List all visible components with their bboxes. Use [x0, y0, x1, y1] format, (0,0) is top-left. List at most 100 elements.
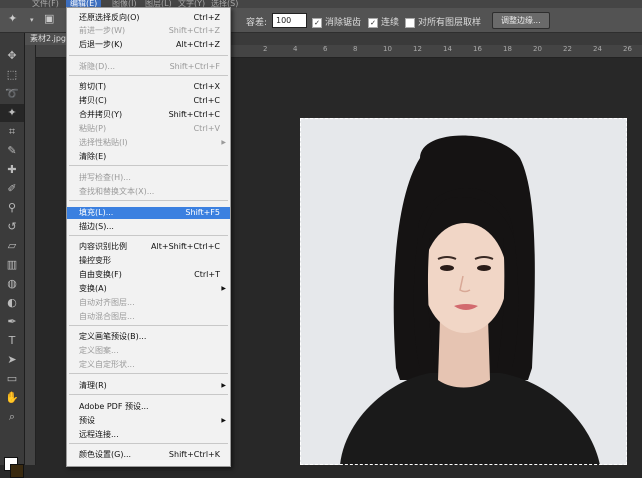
type-icon[interactable]: T	[0, 332, 24, 350]
menu-item-label: 填充(L)...	[79, 208, 114, 217]
lasso-icon[interactable]: ➰	[0, 85, 24, 103]
menu-item-label: 预设	[79, 416, 95, 425]
menu-item-label: 自由变换(F)	[79, 270, 122, 279]
history-brush-icon[interactable]: ↺	[0, 218, 24, 236]
zoom-icon[interactable]: ⌕	[0, 408, 24, 426]
menu-item[interactable]: 自动对齐图层...	[67, 297, 230, 309]
menu-separator	[69, 200, 228, 201]
menu-item[interactable]: 自动混合图层...	[67, 311, 230, 323]
new-selection-icon[interactable]: ▣	[44, 12, 54, 25]
menu-item[interactable]: 填充(L)... Shift+F5	[67, 207, 230, 219]
menu-item-label: 清理(R)	[79, 381, 107, 390]
blur-icon[interactable]: ◍	[0, 275, 24, 293]
menu-item[interactable]: 定义自定形状...	[67, 359, 230, 371]
menu-item[interactable]: 自由变换(F) Ctrl+T	[67, 269, 230, 281]
document-tab[interactable]: 素材2.jpg	[24, 33, 73, 45]
marquee-icon[interactable]: ⬚	[0, 66, 24, 84]
menu-separator	[69, 75, 228, 76]
menu-item-label: 前进一步(W)	[79, 26, 126, 35]
ruler-tick-label: 4	[293, 45, 298, 53]
magic-wand-icon[interactable]: ✦	[8, 12, 17, 25]
tolerance-input[interactable]: 100	[272, 13, 307, 28]
ruler-tick-label: 16	[473, 45, 482, 53]
menu-item[interactable]: 变换(A) ▶	[67, 283, 230, 295]
menu-item-label: 粘贴(P)	[79, 124, 107, 133]
menu-item-label: 定义自定形状...	[79, 360, 135, 369]
menu-item-label: 变换(A)	[79, 284, 107, 293]
menu-item[interactable]: 预设 ▶	[67, 415, 230, 427]
menu-item[interactable]: 粘贴(P) Ctrl+V	[67, 123, 230, 135]
menu-item-label: 还原选择反向(O)	[79, 13, 140, 22]
menu-item[interactable]: 前进一步(W) Shift+Ctrl+Z	[67, 25, 230, 37]
menu-item[interactable]: 描边(S)...	[67, 221, 230, 233]
menu-item[interactable]: 远程连接...	[67, 429, 230, 441]
ruler-tick-label: 10	[383, 45, 392, 53]
menu-item-shortcut: Shift+F5	[185, 208, 220, 217]
menu-item-label: 选择性粘贴(I)	[79, 138, 128, 147]
menu-item-shortcut: Ctrl+X	[193, 82, 220, 91]
menu-item[interactable]: 清除(E)	[67, 151, 230, 163]
menu-item[interactable]: 内容识别比例 Alt+Shift+Ctrl+C	[67, 241, 230, 253]
ruler-tick-label: 18	[503, 45, 512, 53]
ruler-tick-label: 6	[323, 45, 328, 53]
refine-edge-button[interactable]: 调整边缘...	[492, 12, 550, 29]
menu-separator	[69, 373, 228, 374]
menu-item[interactable]: 后退一步(K) Alt+Ctrl+Z	[67, 39, 230, 51]
menu-item-label: 清除(E)	[79, 152, 107, 161]
tolerance-label: 容差:	[246, 18, 268, 28]
menu-item-shortcut: Shift+Ctrl+C	[168, 110, 220, 119]
contiguous-checkbox[interactable]: ✓ 连续	[368, 15, 399, 28]
pen-icon[interactable]: ✒	[0, 313, 24, 331]
menu-item[interactable]: 合并拷贝(Y) Shift+Ctrl+C	[67, 109, 230, 121]
menu-item-shortcut: Alt+Ctrl+Z	[176, 40, 220, 49]
menu-item-shortcut: Shift+Ctrl+Z	[168, 26, 220, 35]
menu-item-label: 定义图案...	[79, 346, 119, 355]
ruler-tick-label: 22	[563, 45, 572, 53]
checkbox-empty-icon	[405, 17, 415, 28]
menu-item-shortcut: Alt+Shift+Ctrl+C	[151, 242, 220, 251]
path-select-icon[interactable]: ➤	[0, 351, 24, 369]
tools-panel: ✥ ⬚ ➰ ✦ ⌗ ✎ ✚ ✐ ⚲ ↺ ▱ ▥ ◍ ◐ ✒ T ➤ ▭ ✋ ⌕	[0, 33, 25, 478]
clone-stamp-icon[interactable]: ⚲	[0, 199, 24, 217]
menu-item[interactable]: 操控变形	[67, 255, 230, 267]
background-color-swatch[interactable]	[10, 464, 24, 478]
check-icon: ✓	[312, 17, 322, 28]
edit-menu: 还原选择反向(O) Ctrl+Z 前进一步(W) Shift+Ctrl+Z 后退一步(K…	[66, 7, 231, 467]
chevron-down-icon[interactable]: ▾	[30, 16, 34, 24]
healing-brush-icon[interactable]: ✚	[0, 161, 24, 179]
menu-item-label: 后退一步(K)	[79, 40, 123, 49]
menu-item-label: 拼写检查(H)...	[79, 173, 131, 182]
menu-item[interactable]: 定义图案...	[67, 345, 230, 357]
menu-item-label: 定义画笔预设(B)...	[79, 332, 147, 341]
menu-item[interactable]: 清理(R) ▶	[67, 380, 230, 392]
menu-separator	[69, 394, 228, 395]
brush-icon[interactable]: ✐	[0, 180, 24, 198]
menu-item-shortcut: Ctrl+C	[193, 96, 220, 105]
antialias-checkbox[interactable]: ✓ 消除锯齿	[312, 15, 361, 28]
magic-wand-icon[interactable]: ✦	[0, 104, 24, 122]
menu-separator	[69, 325, 228, 326]
sample-all-checkbox[interactable]: 对所有图层取样	[405, 15, 481, 28]
menu-item-label: 自动对齐图层...	[79, 298, 135, 307]
shape-icon[interactable]: ▭	[0, 370, 24, 388]
menu-item[interactable]: Adobe PDF 预设...	[67, 401, 230, 413]
gradient-icon[interactable]: ▥	[0, 256, 24, 274]
menu-item[interactable]: 颜色设置(G)... Shift+Ctrl+K	[67, 449, 230, 461]
eyedropper-icon[interactable]: ✎	[0, 142, 24, 160]
menu-item[interactable]: 渐隐(D)... Shift+Ctrl+F	[67, 61, 230, 73]
menu-item[interactable]: 拷贝(C) Ctrl+C	[67, 95, 230, 107]
move-icon[interactable]: ✥	[0, 47, 24, 65]
menu-item-label: 内容识别比例	[79, 242, 127, 251]
crop-icon[interactable]: ⌗	[0, 123, 24, 141]
menu-item-label: 自动混合图层...	[79, 312, 135, 321]
hand-icon[interactable]: ✋	[0, 389, 24, 407]
menu-item[interactable]: 定义画笔预设(B)...	[67, 331, 230, 343]
dodge-icon[interactable]: ◐	[0, 294, 24, 312]
menu-item[interactable]: 剪切(T) Ctrl+X	[67, 81, 230, 93]
menu-item[interactable]: 查找和替换文本(X)...	[67, 186, 230, 198]
eraser-icon[interactable]: ▱	[0, 237, 24, 255]
menu-item-label: 颜色设置(G)...	[79, 450, 132, 459]
menu-item[interactable]: 还原选择反向(O) Ctrl+Z	[67, 12, 230, 24]
menu-item[interactable]: 选择性粘贴(I) ▶	[67, 137, 230, 149]
menu-item[interactable]: 拼写检查(H)...	[67, 172, 230, 184]
